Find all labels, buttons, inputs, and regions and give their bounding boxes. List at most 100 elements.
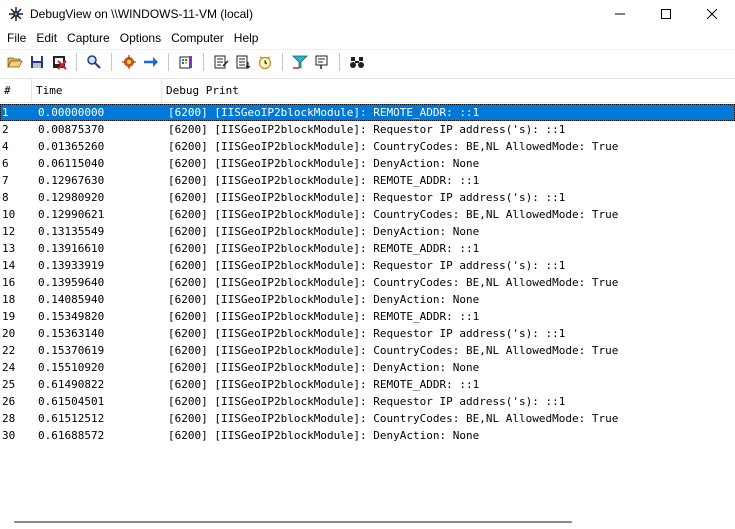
open-folder-icon [7, 57, 23, 67]
table-row[interactable]: 22 0.15370619 [6200] [IISGeoIP2blockModule… [0, 342, 735, 359]
history-icon [236, 55, 251, 69]
row-time: 0.61512512 [38, 412, 105, 425]
table-row[interactable]: 8 0.12980920 [6200] [IISGeoIP2blockModule]… [0, 189, 735, 206]
row-number: 12 [2, 225, 16, 238]
autoscroll-button[interactable] [140, 51, 162, 73]
capture-button[interactable] [118, 51, 140, 73]
row-number: 14 [2, 259, 16, 272]
clear-display-button[interactable] [48, 51, 70, 73]
table-row[interactable]: 24 0.15510920 [6200] [IISGeoIP2blockModule… [0, 359, 735, 376]
row-time: 0.13135549 [38, 225, 105, 238]
close-button[interactable] [689, 0, 735, 28]
history-depth-button[interactable] [232, 51, 254, 73]
row-number: 4 [2, 140, 9, 153]
row-debug-print: [6200] [IISGeoIP2blockModule]: REMOTE_AD… [168, 174, 480, 187]
find-binoculars-button[interactable] [346, 51, 368, 73]
close-icon [707, 9, 717, 19]
horizontal-scrollbar-thumb[interactable] [14, 521, 572, 523]
debug-output-list[interactable]: # Time Debug Print 1 0.00000000 [6200] [II… [0, 78, 735, 513]
capture-kernel-icon [179, 55, 192, 68]
row-number: 24 [2, 361, 16, 374]
column-header-number[interactable]: # [0, 79, 32, 102]
row-number: 18 [2, 293, 16, 306]
menu-edit[interactable]: Edit [31, 28, 62, 48]
maximize-icon [661, 9, 671, 19]
row-number: 25 [2, 378, 16, 391]
row-number: 26 [2, 395, 16, 408]
row-debug-print: [6200] [IISGeoIP2blockModule]: DenyActio… [168, 225, 480, 238]
toolbar-separator [111, 52, 112, 71]
column-header-time[interactable]: Time [32, 79, 162, 102]
table-row[interactable]: 26 0.61504501 [6200] [IISGeoIP2blockModule… [0, 393, 735, 410]
menu-options[interactable]: Options [115, 28, 166, 48]
table-row[interactable]: 12 0.13135549 [6200] [IISGeoIP2blockModule… [0, 223, 735, 240]
row-debug-print: [6200] [IISGeoIP2blockModule]: CountryCo… [168, 140, 619, 153]
menu-help[interactable]: Help [229, 28, 264, 48]
row-debug-print: [6200] [IISGeoIP2blockModule]: Requestor… [168, 395, 566, 408]
row-debug-print: [6200] [IISGeoIP2blockModule]: Requestor… [168, 123, 566, 136]
table-row[interactable]: 6 0.06115040 [6200] [IISGeoIP2blockModule]… [0, 155, 735, 172]
minimize-button[interactable] [597, 0, 643, 28]
row-time: 0.00875370 [38, 123, 105, 136]
find-button[interactable] [83, 51, 105, 73]
row-time: 0.14085940 [38, 293, 105, 306]
row-number: 8 [2, 191, 9, 204]
table-row[interactable]: 2 0.00875370 [6200] [IISGeoIP2blockModule]… [0, 121, 735, 138]
toolbar-separator [76, 52, 77, 71]
toolbar-separator [282, 52, 283, 71]
window-title: DebugView on \\WINDOWS-11-VM (local) [30, 7, 253, 21]
minimize-icon [615, 13, 625, 15]
row-debug-print: [6200] [IISGeoIP2blockModule]: DenyActio… [168, 361, 480, 374]
table-row[interactable]: 20 0.15363140 [6200] [IISGeoIP2blockModule… [0, 325, 735, 342]
row-number: 28 [2, 412, 16, 425]
row-number: 20 [2, 327, 16, 340]
table-row[interactable]: 30 0.61688572 [6200] [IISGeoIP2blockModule… [0, 427, 735, 444]
table-row[interactable]: 10 0.12990621 [6200] [IISGeoIP2blockModule… [0, 206, 735, 223]
table-row[interactable]: 16 0.13959640 [6200] [IISGeoIP2blockModule… [0, 274, 735, 291]
row-number: 19 [2, 310, 16, 323]
table-row[interactable]: 14 0.13933919 [6200] [IISGeoIP2blockModule… [0, 257, 735, 274]
row-number: 13 [2, 242, 16, 255]
row-debug-print: [6200] [IISGeoIP2blockModule]: CountryCo… [168, 412, 619, 425]
row-debug-print: [6200] [IISGeoIP2blockModule]: CountryCo… [168, 276, 619, 289]
clock-time-button[interactable] [254, 51, 276, 73]
title-bar: DebugView on \\WINDOWS-11-VM (local) [0, 0, 735, 28]
row-time: 0.61688572 [38, 429, 105, 442]
debugview-app-icon[interactable] [8, 6, 24, 22]
table-row[interactable]: 13 0.13916610 [6200] [IISGeoIP2blockModule… [0, 240, 735, 257]
save-button[interactable] [26, 51, 48, 73]
table-row[interactable]: 18 0.14085940 [6200] [IISGeoIP2blockModule… [0, 291, 735, 308]
table-row[interactable]: 4 0.01365260 [6200] [IISGeoIP2blockModule]… [0, 138, 735, 155]
row-debug-print: [6200] [IISGeoIP2blockModule]: DenyActio… [168, 429, 480, 442]
column-header-debug-print[interactable]: Debug Print [162, 79, 735, 102]
list-body: 1 0.00000000 [6200] [IISGeoIP2blockModule]… [0, 103, 735, 444]
row-number: 22 [2, 344, 16, 357]
table-row[interactable]: 25 0.61490822 [6200] [IISGeoIP2blockModule… [0, 376, 735, 393]
row-time: 0.15370619 [38, 344, 105, 357]
row-debug-print: [6200] [IISGeoIP2blockModule]: Requestor… [168, 327, 566, 340]
menu-capture[interactable]: Capture [62, 28, 115, 48]
horizontal-scrollbar[interactable] [0, 513, 735, 529]
open-button[interactable] [4, 51, 26, 73]
table-row[interactable]: 19 0.15349820 [6200] [IISGeoIP2blockModule… [0, 308, 735, 325]
save-icon [31, 55, 43, 68]
menu-computer[interactable]: Computer [166, 28, 229, 48]
row-time: 0.13959640 [38, 276, 105, 289]
highlight-filter-button[interactable] [311, 51, 333, 73]
row-number: 6 [2, 157, 9, 170]
row-debug-print: [6200] [IISGeoIP2blockModule]: CountryCo… [168, 344, 619, 357]
table-row[interactable]: 1 0.00000000 [6200] [IISGeoIP2blockModule]… [0, 104, 735, 121]
row-time: 0.61490822 [38, 378, 105, 391]
row-number: 30 [2, 429, 16, 442]
table-row[interactable]: 7 0.12967630 [6200] [IISGeoIP2blockModule]… [0, 172, 735, 189]
highlight-button[interactable] [210, 51, 232, 73]
capture-kernel-button[interactable] [175, 51, 197, 73]
row-debug-print: [6200] [IISGeoIP2blockModule]: REMOTE_AD… [168, 310, 480, 323]
maximize-button[interactable] [643, 0, 689, 28]
menu-file[interactable]: File [2, 28, 31, 48]
table-row[interactable]: 28 0.61512512 [6200] [IISGeoIP2blockModule… [0, 410, 735, 427]
row-number: 7 [2, 174, 9, 187]
row-time: 0.61504501 [38, 395, 105, 408]
row-time: 0.06115040 [38, 157, 105, 170]
filter-button[interactable] [289, 51, 311, 73]
